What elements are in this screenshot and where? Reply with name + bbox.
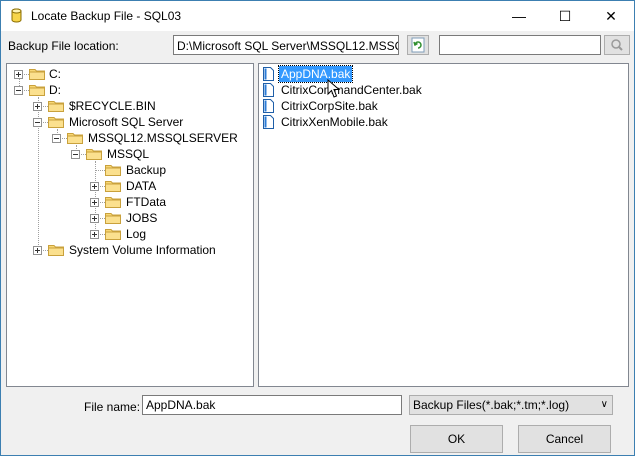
folder-icon xyxy=(105,197,121,208)
file-icon xyxy=(263,83,274,97)
tree-node-mssql[interactable]: MSSQL xyxy=(7,146,247,162)
tree-node-label: System Volume Information xyxy=(69,243,216,257)
file-list[interactable]: AppDNA.bak CitrixCommandCenter.bak Citri… xyxy=(258,63,629,387)
tree-node-label: Log xyxy=(126,227,147,241)
refresh-icon xyxy=(411,37,425,53)
tree-node-recycle-bin[interactable]: $RECYCLE.BIN xyxy=(7,98,247,114)
expand-icon[interactable] xyxy=(90,182,99,191)
folder-icon xyxy=(48,245,64,256)
search-input[interactable] xyxy=(439,35,601,55)
tree-node-label: DATA xyxy=(126,179,157,193)
tree-node-label: Backup xyxy=(126,163,167,177)
folder-icon xyxy=(86,149,102,160)
file-name-label: AppDNA.bak xyxy=(277,65,354,83)
folder-icon xyxy=(105,165,121,176)
folder-icon xyxy=(29,69,45,80)
tree-node-label: D: xyxy=(49,83,61,97)
minimize-button[interactable]: — xyxy=(496,1,542,31)
tree-node-label: MSSQL xyxy=(107,147,150,161)
close-button[interactable]: ✕ xyxy=(588,1,634,31)
tree-node-label: MSSQL12.MSSQLSERVER xyxy=(88,131,238,145)
folder-icon xyxy=(48,117,64,128)
expand-icon[interactable] xyxy=(14,70,23,79)
search-button[interactable] xyxy=(604,35,630,55)
file-name-label: CitrixCommandCenter.bak xyxy=(281,83,422,97)
file-type-selected: Backup Files(*.bak;*.tm;*.log) xyxy=(413,398,570,412)
file-icon xyxy=(263,67,274,81)
refresh-button[interactable] xyxy=(407,35,429,55)
tree-node-mssql12-mssqlserver[interactable]: MSSQL12.MSSQLSERVER xyxy=(7,130,247,146)
file-name-label: CitrixXenMobile.bak xyxy=(281,115,388,129)
file-name-field-label: File name: xyxy=(84,400,141,414)
minimize-icon: — xyxy=(512,8,526,24)
tree-node-label: Microsoft SQL Server xyxy=(69,115,184,129)
title-bar: Locate Backup File - SQL03 — ☐ ✕ xyxy=(1,1,634,31)
expand-icon[interactable] xyxy=(33,246,42,255)
database-icon xyxy=(11,8,22,23)
tree-node-jobs[interactable]: JOBS xyxy=(7,210,247,226)
ok-button[interactable]: OK xyxy=(410,425,503,453)
collapse-icon[interactable] xyxy=(14,86,23,95)
folder-icon xyxy=(48,101,64,112)
file-name-label: CitrixCorpSite.bak xyxy=(281,99,378,113)
mouse-cursor-icon xyxy=(327,79,341,98)
tree-node-microsoft-sql-server[interactable]: Microsoft SQL Server xyxy=(7,114,247,130)
expand-icon[interactable] xyxy=(33,102,42,111)
collapse-icon[interactable] xyxy=(52,134,61,143)
locate-backup-file-dialog: Locate Backup File - SQL03 — ☐ ✕ Backup … xyxy=(0,0,635,456)
tree-node-backup[interactable]: Backup xyxy=(7,162,247,178)
tree-node-log[interactable]: Log xyxy=(7,226,247,242)
tree-node-label: JOBS xyxy=(126,211,158,225)
tree-node-system-volume-information[interactable]: System Volume Information xyxy=(7,242,247,258)
maximize-button[interactable]: ☐ xyxy=(542,1,588,31)
expand-icon[interactable] xyxy=(90,198,99,207)
maximize-icon: ☐ xyxy=(558,8,572,24)
collapse-icon[interactable] xyxy=(33,118,42,127)
expand-icon[interactable] xyxy=(90,214,99,223)
tree-node-d[interactable]: D: xyxy=(7,82,247,98)
tree-node-ftdata[interactable]: FTData xyxy=(7,194,247,210)
tree-node-c[interactable]: C: xyxy=(7,66,247,82)
tree-node-label: C: xyxy=(49,67,61,81)
tree-node-data[interactable]: DATA xyxy=(7,178,247,194)
chevron-down-icon: ∨ xyxy=(600,399,608,410)
backup-location-path[interactable]: D:\Microsoft SQL Server\MSSQL12.MSSQLSER… xyxy=(173,35,399,55)
search-icon xyxy=(611,39,623,51)
file-icon xyxy=(263,99,274,113)
folder-icon xyxy=(67,133,83,144)
folder-tree[interactable]: C: D: $RECYCLE.BIN Microsoft SQL Server … xyxy=(6,63,254,387)
folder-icon xyxy=(29,85,45,96)
folder-icon xyxy=(105,229,121,240)
file-name-field[interactable]: AppDNA.bak xyxy=(142,395,402,415)
file-type-dropdown[interactable]: Backup Files(*.bak;*.tm;*.log) ∨ xyxy=(409,395,613,415)
tree-node-label: FTData xyxy=(126,195,167,209)
expand-icon[interactable] xyxy=(90,230,99,239)
tree-node-label: $RECYCLE.BIN xyxy=(69,99,156,113)
close-icon: ✕ xyxy=(605,8,617,24)
collapse-icon[interactable] xyxy=(71,150,80,159)
folder-icon xyxy=(105,181,121,192)
backup-location-label: Backup File location: xyxy=(8,39,119,53)
file-icon xyxy=(263,115,274,129)
folder-icon xyxy=(105,213,121,224)
window-title: Locate Backup File - SQL03 xyxy=(31,9,182,23)
cancel-button[interactable]: Cancel xyxy=(518,425,611,453)
